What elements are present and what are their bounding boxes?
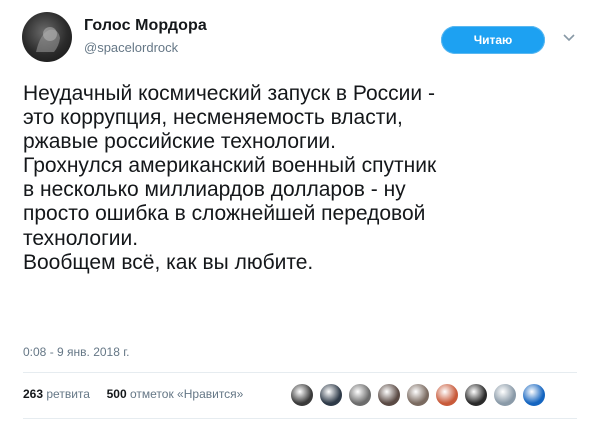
liker-avatar[interactable] <box>406 383 430 407</box>
liker-avatar[interactable] <box>493 383 517 407</box>
tweet-line: в несколько миллиардов долларов - ну <box>23 178 406 202</box>
chevron-down-icon[interactable] <box>562 31 576 45</box>
follow-button[interactable]: Читаю <box>441 26 545 54</box>
liker-avatar[interactable] <box>319 383 343 407</box>
liker-avatar[interactable] <box>435 383 459 407</box>
liker-avatar[interactable] <box>348 383 372 407</box>
likes-label[interactable]: отметок «Нравится» <box>130 387 243 401</box>
tweet-line: просто ошибка в сложнейшей передовой <box>23 202 426 226</box>
divider <box>23 372 577 373</box>
retweets-count[interactable]: 263 <box>23 387 43 401</box>
tweet-text: Неудачный космический запуск в России - … <box>23 82 583 275</box>
tweet-line: Неудачный космический запуск в России - <box>23 82 435 105</box>
timestamp[interactable]: 0:08 - 9 янв. 2018 г. <box>23 345 129 359</box>
liker-avatar[interactable] <box>464 383 488 407</box>
tweet-line: Грохнулся американский военный спутник <box>23 154 437 178</box>
liker-avatar[interactable] <box>290 383 314 407</box>
retweets-label[interactable]: ретвита <box>46 387 90 401</box>
liker-avatar[interactable] <box>377 383 401 407</box>
likes-count[interactable]: 500 <box>107 387 127 401</box>
tweet-stats: 263 ретвита 500 отметок «Нравится» <box>23 387 243 401</box>
divider <box>23 418 577 419</box>
avatar-image <box>36 27 60 52</box>
tweet-line: Вообщем всё, как вы любите. <box>23 250 314 274</box>
author-name[interactable]: Голос Мордора <box>84 17 207 35</box>
tweet-line: технологии. <box>23 226 139 250</box>
tweet-line: это коррупция, несменяемость власти, <box>23 106 403 130</box>
avatar[interactable] <box>22 12 72 62</box>
liker-avatar[interactable] <box>522 383 546 407</box>
tweet-line: ржавые российские технологии. <box>23 130 336 154</box>
author-handle[interactable]: @spacelordrock <box>84 40 178 55</box>
